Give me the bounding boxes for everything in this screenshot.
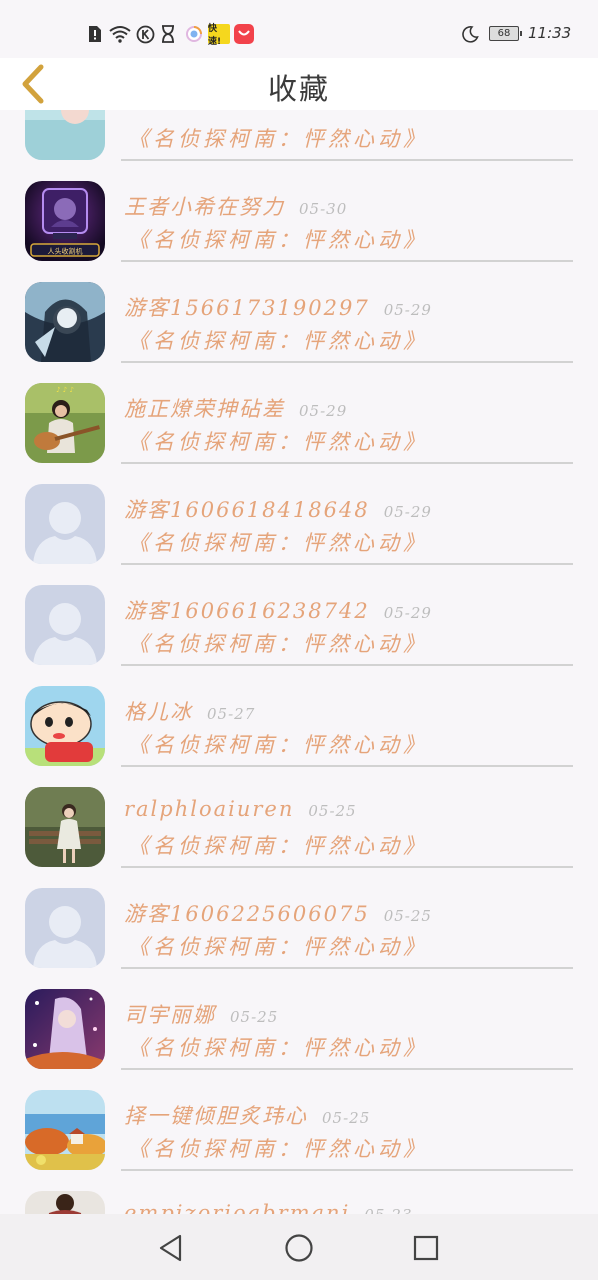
- post-date: 05-30: [299, 200, 348, 218]
- user-name[interactable]: 游客1566173190297: [124, 296, 370, 320]
- post-date: 05-29: [383, 503, 432, 521]
- avatar[interactable]: [25, 110, 105, 160]
- wifi-icon: [108, 24, 132, 44]
- avatar[interactable]: [25, 989, 105, 1069]
- status-bar: 快速! 68 11:33: [0, 0, 598, 58]
- avatar[interactable]: [25, 787, 105, 867]
- avatar[interactable]: [25, 686, 105, 766]
- post-date: 05-29: [299, 402, 348, 420]
- favorite-item[interactable]: 游客1566173190297 05-29 《名侦探柯南：怦然心动》: [0, 262, 598, 363]
- user-name[interactable]: 施正燎荣抻砧差: [124, 397, 285, 421]
- k-icon: [135, 24, 155, 44]
- header: 收藏: [0, 58, 598, 110]
- user-name[interactable]: empizorioabrmani: [124, 1201, 350, 1214]
- user-name[interactable]: 游客1606616238742: [124, 599, 370, 623]
- favorite-item[interactable]: 格儿冰 05-27 《名侦探柯南：怦然心动》: [0, 666, 598, 767]
- post-date: 05-23: [364, 1206, 412, 1214]
- favorite-title[interactable]: 《名侦探柯南：怦然心动》: [128, 325, 428, 355]
- favorite-item[interactable]: 《名侦探柯南：怦然心动》: [0, 110, 598, 161]
- favorite-title[interactable]: 《名侦探柯南：怦然心动》: [128, 729, 428, 759]
- square-recent-icon: [413, 1235, 439, 1261]
- browser-icon: [184, 24, 204, 44]
- user-line: 游客1606616238742 05-29: [124, 595, 432, 625]
- nav-recent-button[interactable]: [406, 1228, 446, 1268]
- post-date: 05-25: [230, 1008, 279, 1026]
- hourglass-icon: [160, 24, 176, 44]
- favorite-item[interactable]: ♪ ♪ ♪ 施正燎荣抻砧差 05-29 《名侦探柯南：怦然心动》: [0, 363, 598, 464]
- avatar[interactable]: [25, 585, 105, 665]
- post-date: 05-25: [308, 802, 357, 820]
- avatar[interactable]: ♪ ♪ ♪: [25, 383, 105, 463]
- user-line: 司宇丽娜 05-25: [124, 999, 278, 1029]
- favorite-item[interactable]: 司宇丽娜 05-25 《名侦探柯南：怦然心动》: [0, 969, 598, 1070]
- avatar-caption: 人头收割机: [48, 247, 83, 256]
- favorite-item[interactable]: 游客1606616238742 05-29 《名侦探柯南：怦然心动》: [0, 565, 598, 666]
- favorites-list[interactable]: 《名侦探柯南：怦然心动》 人头收割机 王者小希在努力 05-30 《名侦探柯南：怦…: [0, 110, 598, 1214]
- user-line: 施正燎荣抻砧差 05-29: [124, 393, 347, 423]
- triangle-back-icon: [159, 1234, 182, 1262]
- post-date: 05-29: [383, 301, 432, 319]
- favorite-title[interactable]: 《名侦探柯南：怦然心动》: [128, 1133, 428, 1163]
- circle-home-icon: [285, 1234, 313, 1262]
- battery-icon: 68: [489, 26, 522, 41]
- user-line: 择一键倾胆炙玮心 05-25: [124, 1100, 370, 1130]
- avatar[interactable]: [25, 282, 105, 362]
- clock: 11:33: [528, 24, 572, 42]
- favorite-title[interactable]: 《名侦探柯南：怦然心动》: [128, 224, 428, 254]
- user-line: 王者小希在努力 05-30: [124, 191, 347, 221]
- avatar[interactable]: [25, 1191, 105, 1214]
- favorite-title[interactable]: 《名侦探柯南：怦然心动》: [128, 931, 428, 961]
- post-date: 05-27: [207, 705, 256, 723]
- user-line: 游客1566173190297 05-29: [124, 292, 432, 322]
- user-name[interactable]: 格儿冰: [124, 700, 193, 724]
- user-name[interactable]: ralphloaiuren: [124, 797, 294, 821]
- post-date: 05-25: [322, 1109, 371, 1127]
- user-line: 游客1606618418648 05-29: [124, 494, 432, 524]
- post-date: 05-25: [383, 907, 432, 925]
- favorite-title[interactable]: 《名侦探柯南：怦然心动》: [128, 830, 428, 860]
- alert-icon: [86, 24, 104, 44]
- avatar[interactable]: [25, 484, 105, 564]
- svg-text:♪ ♪ ♪: ♪ ♪ ♪: [56, 386, 74, 394]
- favorite-title[interactable]: 《名侦探柯南：怦然心动》: [128, 426, 428, 456]
- user-line: ralphloaiuren 05-25: [124, 797, 357, 821]
- user-name[interactable]: 择一键倾胆炙玮心: [124, 1104, 308, 1128]
- favorite-item[interactable]: ralphloaiuren 05-25 《名侦探柯南：怦然心动》: [0, 767, 598, 868]
- favorite-item[interactable]: 游客1606618418648 05-29 《名侦探柯南：怦然心动》: [0, 464, 598, 565]
- avatar[interactable]: [25, 1090, 105, 1170]
- avatar[interactable]: [25, 888, 105, 968]
- user-name[interactable]: 司宇丽娜: [124, 1003, 216, 1027]
- favorite-title[interactable]: 《名侦探柯南：怦然心动》: [128, 527, 428, 557]
- shop-icon: [234, 24, 254, 44]
- favorite-item[interactable]: 择一键倾胆炙玮心 05-25 《名侦探柯南：怦然心动》: [0, 1070, 598, 1171]
- screen: 快速! 68 11:33 收藏 《名侦探柯南：怦然心动》 人头收割机 王者小希在…: [0, 0, 598, 1280]
- user-name[interactable]: 游客1606225606075: [124, 902, 370, 926]
- user-line: 格儿冰 05-27: [124, 696, 255, 726]
- favorite-title[interactable]: 《名侦探柯南：怦然心动》: [128, 123, 428, 153]
- kuaishou-icon: 快速!: [208, 24, 230, 47]
- favorite-title[interactable]: 《名侦探柯南：怦然心动》: [128, 1032, 428, 1062]
- page-title: 收藏: [267, 72, 330, 106]
- user-line: empizorioabrmani 05-23: [124, 1201, 413, 1214]
- user-line: 游客1606225606075 05-25: [124, 898, 432, 928]
- favorite-item[interactable]: empizorioabrmani05-23 《名侦探柯南：怦然心动》: [0, 1171, 598, 1214]
- nav-back-button[interactable]: [151, 1228, 191, 1268]
- nav-home-button[interactable]: [279, 1228, 319, 1268]
- user-name[interactable]: 游客1606618418648: [124, 498, 370, 522]
- favorite-item[interactable]: 人头收割机 王者小希在努力 05-30 《名侦探柯南：怦然心动》: [0, 161, 598, 262]
- system-nav-bar: [0, 1214, 598, 1280]
- user-line: [124, 110, 138, 114]
- avatar[interactable]: 人头收割机: [25, 181, 105, 261]
- post-date: 05-29: [383, 604, 432, 622]
- user-name[interactable]: 王者小希在努力: [124, 195, 285, 219]
- favorite-item[interactable]: 游客1606225606075 05-25 《名侦探柯南：怦然心动》: [0, 868, 598, 969]
- moon-icon: [460, 24, 480, 44]
- favorite-title[interactable]: 《名侦探柯南：怦然心动》: [128, 628, 428, 658]
